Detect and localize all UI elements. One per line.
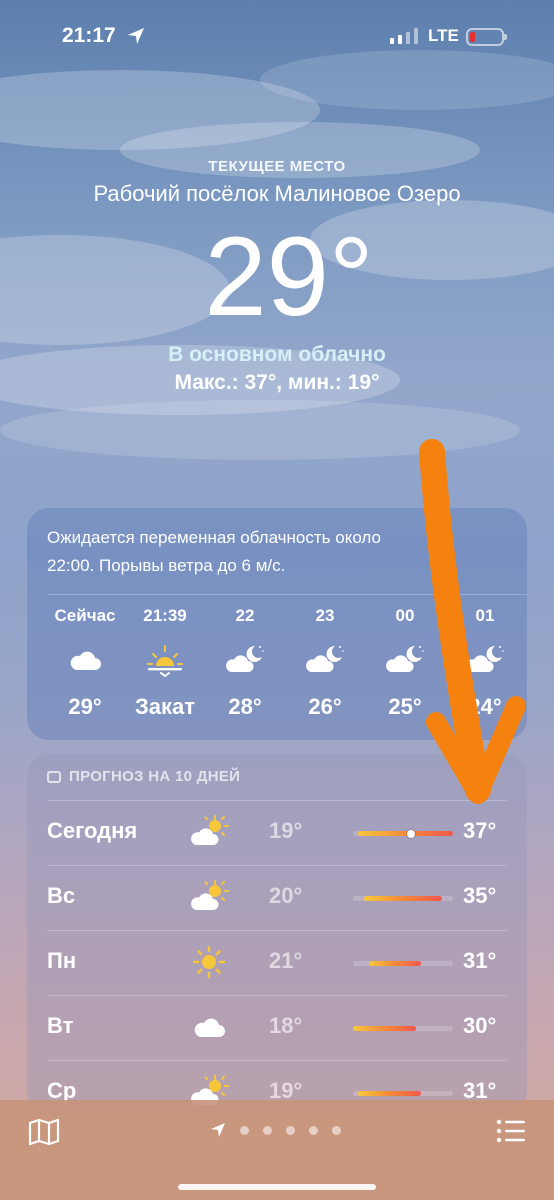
current-weather-header: ТЕКУЩЕЕ МЕСТО Рабочий посёлок Малиновое … <box>0 158 554 395</box>
divider <box>47 995 507 996</box>
signal-strength-icon <box>390 28 418 44</box>
day-min-temperature: 20° <box>269 883 303 908</box>
cloud-icon <box>70 651 101 670</box>
location-name: Рабочий посёлок Малиновое Озеро <box>93 181 461 206</box>
temperature-range-bar <box>353 1026 417 1031</box>
status-time: 21:17 <box>62 24 116 47</box>
temperature-range-track <box>353 896 453 901</box>
hour-temperature: Закат <box>134 694 196 719</box>
divider <box>47 800 507 801</box>
day-name: Пн <box>47 948 77 973</box>
divider <box>47 1060 507 1061</box>
location-label: ТЕКУЩЕЕ МЕСТО <box>208 158 346 175</box>
day-max-temperature: 37° <box>463 818 497 843</box>
hourly-item[interactable]: 00 25° <box>363 606 447 720</box>
hourly-item[interactable]: 01 24° <box>443 606 527 720</box>
daily-forecast-header: ПРОГНОЗ НА 10 ДНЕЙ <box>47 768 240 785</box>
status-bar: 21:17 LTE <box>0 22 554 54</box>
temperature-range-track <box>353 829 453 838</box>
calendar-icon <box>47 771 61 783</box>
cloud-sun-icon <box>191 880 229 910</box>
city-list-icon[interactable] <box>496 1118 526 1144</box>
cloud-moon-icon <box>386 645 424 672</box>
hour-temperature: 25° <box>388 694 422 719</box>
temperature-range-bar <box>368 961 422 966</box>
day-max-temperature: 35° <box>463 883 497 908</box>
page-dot[interactable] <box>309 1126 318 1135</box>
temperature-range-bar <box>358 831 453 836</box>
daily-forecast-row[interactable]: Вс 20° 35° <box>47 865 507 929</box>
page-dot[interactable] <box>286 1126 295 1135</box>
hour-time: 22 <box>235 606 255 625</box>
cloud-moon-icon <box>466 645 504 672</box>
divider <box>47 865 507 866</box>
day-min-temperature: 21° <box>269 948 303 973</box>
day-max-temperature: 30° <box>463 1013 497 1038</box>
day-name: Сегодня <box>47 818 138 843</box>
page-dot[interactable] <box>332 1126 341 1135</box>
divider <box>47 594 527 595</box>
home-indicator[interactable] <box>178 1184 376 1190</box>
location-arrow-icon <box>211 1123 225 1137</box>
hourly-summary: Ожидается переменная облачность около 22… <box>47 528 381 575</box>
temperature-range-bar <box>358 1091 422 1096</box>
network-type: LTE <box>428 26 459 45</box>
location-arrow-icon <box>128 28 144 44</box>
map-icon[interactable] <box>28 1118 60 1146</box>
cloud-icon <box>194 1018 225 1037</box>
temperature-range-track <box>353 961 453 966</box>
hourly-item[interactable]: 22 28° <box>203 606 287 720</box>
daily-forecast-row[interactable]: Сегодня 19° 37° <box>47 800 507 864</box>
hourly-item[interactable]: 21:39 Закат <box>123 606 207 720</box>
hourly-forecast-card[interactable]: Ожидается переменная облачность около 22… <box>27 508 527 740</box>
hour-time: 23 <box>315 606 335 625</box>
current-temperature-marker <box>406 829 415 838</box>
day-min-temperature: 18° <box>269 1013 303 1038</box>
divider <box>47 930 507 931</box>
page-dot[interactable] <box>240 1126 249 1135</box>
daily-forecast-row[interactable]: Вт 18° 30° <box>47 995 507 1059</box>
hour-temperature: 26° <box>308 694 342 719</box>
cloud-moon-icon <box>226 645 264 672</box>
hour-temperature: 28° <box>228 694 262 719</box>
temperature-range-track <box>353 1091 453 1096</box>
temperature-range-track <box>353 1026 453 1031</box>
day-max-temperature: 31° <box>463 948 497 973</box>
battery-icon <box>466 28 507 46</box>
daily-forecast-row[interactable]: Пн 21° 31° <box>47 930 507 994</box>
day-min-temperature: 19° <box>269 818 303 843</box>
cloud-moon-icon <box>306 645 344 672</box>
bottom-toolbar <box>0 1100 554 1200</box>
hour-temperature: 29° <box>68 694 102 719</box>
hour-time: 01 <box>475 606 495 625</box>
hour-temperature: 24° <box>468 694 502 719</box>
hour-time: Сейчас <box>54 606 116 625</box>
hour-time: 21:39 <box>143 606 187 625</box>
sun-icon <box>192 945 226 979</box>
hour-time: 00 <box>395 606 415 625</box>
daily-forecast-card[interactable]: ПРОГНОЗ НА 10 ДНЕЙ Сегодня 19° 37° Вс 20° 35°… <box>27 754 527 1114</box>
temperature-range-bar <box>363 896 443 901</box>
current-temperature: 29° <box>204 214 374 339</box>
weather-condition: В основном облачно <box>168 343 386 366</box>
day-name: Вт <box>47 1013 74 1038</box>
page-dot[interactable] <box>263 1126 272 1135</box>
day-name: Вс <box>47 883 76 908</box>
hourly-item[interactable]: 23 26° <box>283 606 367 720</box>
cloud-sun-icon <box>191 815 229 845</box>
sunset-icon <box>147 645 183 678</box>
high-low-temperature: Макс.: 37°, мин.: 19° <box>174 371 380 394</box>
hourly-item[interactable]: Сейчас 29° <box>43 606 127 720</box>
